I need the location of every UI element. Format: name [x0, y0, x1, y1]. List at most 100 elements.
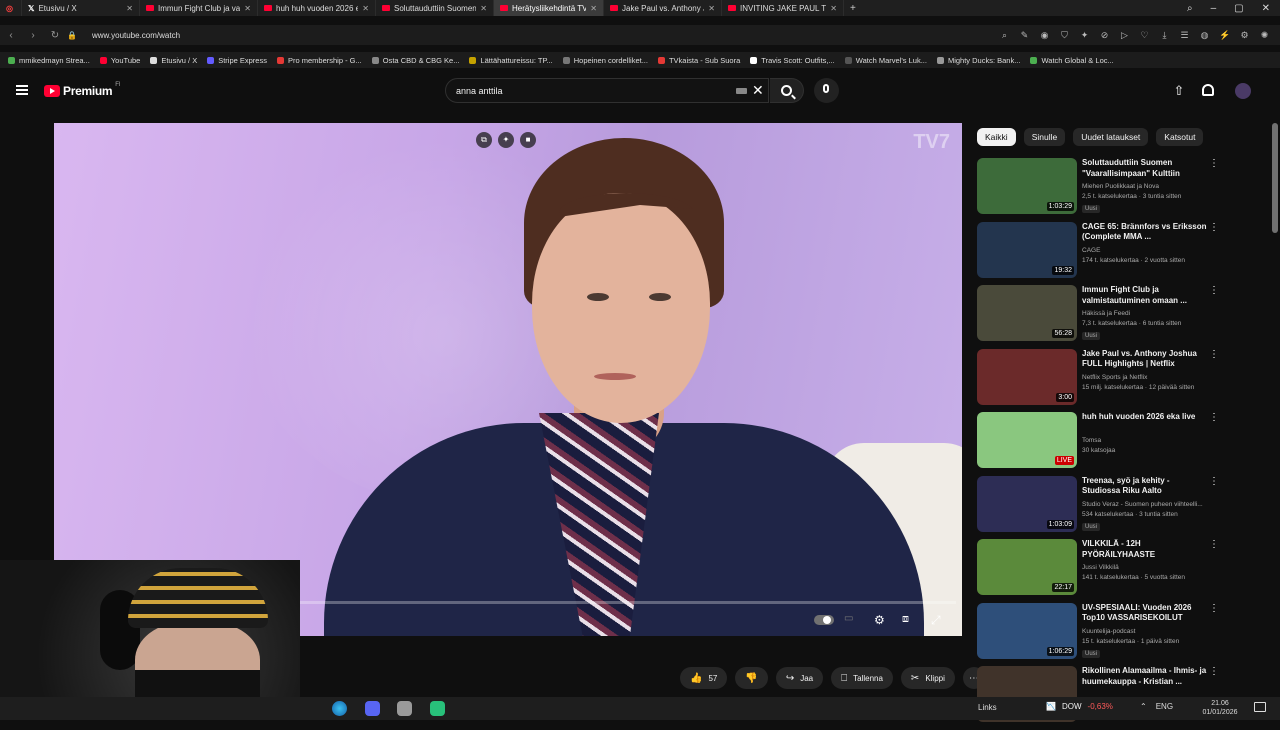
- recommendation-item[interactable]: 1:06:29 UV-SPESIAALI: Vuoden 2026 Top10 V…: [977, 602, 1227, 667]
- search-button[interactable]: [770, 78, 804, 103]
- url-field[interactable]: www.youtube.com/watch: [92, 31, 180, 40]
- bookmark-item[interactable]: Travis Scott: Outfits,...: [750, 56, 835, 65]
- clear-search-icon[interactable]: ✕: [752, 82, 764, 99]
- minimize-icon[interactable]: –: [1211, 3, 1217, 14]
- avatar[interactable]: [1235, 83, 1251, 99]
- notification-center-icon[interactable]: [1254, 702, 1266, 712]
- video-title[interactable]: Immun Fight Club ja valmistautuminen oma…: [1082, 285, 1207, 306]
- channel-name[interactable]: Kuuntelija-podcast: [1082, 628, 1212, 635]
- file-app-icon[interactable]: [397, 701, 412, 716]
- back-icon[interactable]: ‹: [0, 30, 22, 41]
- settings-gear-icon[interactable]: ⚙: [874, 613, 885, 627]
- bookmark-item[interactable]: Watch Marvel's Luk...: [844, 56, 927, 65]
- bookmark-item[interactable]: Hopeinen cordelliket...: [562, 56, 648, 65]
- new-tab-button[interactable]: +: [844, 3, 862, 14]
- autoplay-toggle[interactable]: [814, 615, 834, 625]
- more-options-icon[interactable]: ⋮: [1209, 603, 1219, 614]
- tab-close-icon[interactable]: ✕: [830, 4, 837, 13]
- video-thumbnail[interactable]: 1:03:29: [977, 158, 1077, 214]
- bookmark-item[interactable]: mmikedmayn Strea...: [8, 56, 90, 65]
- more-options-icon[interactable]: ⋮: [1209, 285, 1219, 296]
- subtitles-icon[interactable]: ▭: [844, 613, 853, 624]
- play-icon[interactable]: ▷: [1119, 30, 1130, 41]
- edit-icon[interactable]: ✎: [1019, 30, 1030, 41]
- zoom-icon[interactable]: ⌕: [999, 30, 1010, 41]
- bookmark-item[interactable]: TVkaista - Sub Suora: [657, 56, 740, 65]
- maximize-icon[interactable]: ▢: [1234, 3, 1243, 14]
- channel-name[interactable]: CAGE: [1082, 247, 1212, 254]
- video-thumbnail[interactable]: 56:28: [977, 285, 1077, 341]
- browser-menu-button[interactable]: ◎: [0, 0, 22, 16]
- dislike-button[interactable]: 👎: [735, 667, 768, 689]
- discord-icon[interactable]: [365, 701, 380, 716]
- video-title[interactable]: VILKKILÄ - 12H PYÖRÄILYHAASTE: [1082, 539, 1207, 560]
- video-title[interactable]: Soluttauduttiin Suomen "Vaarallisimpaan"…: [1082, 158, 1207, 179]
- bookmark-item[interactable]: Osta CBD & CBG Ke...: [371, 56, 459, 65]
- clip-button[interactable]: ✂ Klippi: [900, 667, 955, 689]
- tab-close-icon[interactable]: ✕: [708, 4, 715, 13]
- bookmark-item[interactable]: Etusivu / X: [150, 56, 197, 65]
- video-title[interactable]: Treenaa, syö ja kehity - Studiossa Riku …: [1082, 476, 1207, 497]
- more-options-icon[interactable]: ⋮: [1209, 539, 1219, 550]
- miniplayer-icon[interactable]: ⧉: [476, 132, 492, 148]
- ai-icon[interactable]: ✺: [1259, 30, 1270, 41]
- hamburger-menu-icon[interactable]: [16, 85, 28, 95]
- video-thumbnail[interactable]: LIVE: [977, 412, 1077, 468]
- tab-4[interactable]: Herätysliikehdintä TV ✕: [494, 0, 604, 16]
- bookmark-item[interactable]: Mighty Ducks: Bank...: [936, 56, 1020, 65]
- recommendation-item[interactable]: 22:17 VILKKILÄ - 12H PYÖRÄILYHAASTE Jussi …: [977, 539, 1227, 603]
- channel-name[interactable]: Jussi Vilkkilä: [1082, 564, 1212, 571]
- channel-name[interactable]: Tomsa: [1082, 437, 1212, 444]
- fullscreen-icon[interactable]: ⤢: [931, 613, 941, 628]
- tray-chevron-icon[interactable]: ⌃: [1140, 702, 1147, 711]
- bookmark-item[interactable]: Pro membership - G...: [276, 56, 362, 65]
- tab-2[interactable]: huh huh vuoden 2026 ek ✕: [258, 0, 376, 16]
- settings-icon[interactable]: ⚙: [1239, 30, 1250, 41]
- bookmark-item[interactable]: Stripe Express: [207, 56, 267, 65]
- tab-close-icon[interactable]: ✕: [362, 4, 369, 13]
- bookmark-item[interactable]: Lättähattureissu: TP...: [469, 56, 553, 65]
- recommendation-item[interactable]: 1:03:09 Treenaa, syö ja kehity - Studioss…: [977, 475, 1227, 540]
- miniplayer-toggle-icon[interactable]: ⧈: [902, 613, 909, 626]
- bookmark-item[interactable]: YouTube: [99, 56, 140, 65]
- recommendation-item[interactable]: 1:03:29 Soluttauduttiin Suomen "Vaarallis…: [977, 158, 1227, 222]
- video-title[interactable]: Jake Paul vs. Anthony Joshua FULL Highli…: [1082, 349, 1207, 370]
- more-options-icon[interactable]: ⋮: [1209, 349, 1219, 360]
- more-options-icon[interactable]: ⋮: [1209, 666, 1219, 677]
- tab-5[interactable]: Jake Paul vs. Anthony Jo ✕: [604, 0, 722, 16]
- taskbar-links[interactable]: Links: [978, 703, 997, 712]
- keyboard-icon[interactable]: [736, 88, 747, 94]
- search-tabs-icon[interactable]: ⌕: [1187, 3, 1193, 14]
- tab-close-icon[interactable]: ✕: [244, 4, 251, 13]
- chip-1[interactable]: Sinulle: [1023, 128, 1066, 146]
- stock-widget[interactable]: 📉 DOW -0,63%: [1046, 702, 1113, 711]
- video-thumbnail[interactable]: 1:03:09: [977, 475, 1077, 532]
- recommendation-item[interactable]: LIVE huh huh vuoden 2026 eka live Tomsa 30 …: [977, 412, 1227, 476]
- save-button[interactable]: ⎕ Tallenna: [831, 667, 893, 689]
- tab-close-icon[interactable]: ✕: [590, 4, 597, 13]
- video-thumbnail[interactable]: 19:32: [977, 221, 1077, 278]
- chip-2[interactable]: Uudet lataukset: [1073, 128, 1149, 146]
- obs-icon[interactable]: [430, 701, 445, 716]
- edge-browser-icon[interactable]: [332, 701, 347, 716]
- channel-name[interactable]: Studio Veraz - Suomen puheen viihteelli.…: [1082, 501, 1212, 508]
- video-title[interactable]: UV-SPESIAALI: Vuoden 2026 Top10 VASSARIS…: [1082, 603, 1207, 624]
- block-icon[interactable]: ⊘: [1099, 30, 1110, 41]
- recommendation-item[interactable]: 3:00 Jake Paul vs. Anthony Joshua FULL Hi…: [977, 348, 1227, 413]
- taskbar-clock[interactable]: 21.06 01/01/2026: [1200, 699, 1240, 717]
- more-options-icon[interactable]: ⋮: [1209, 158, 1219, 169]
- more-options-icon[interactable]: ⋮: [1209, 476, 1219, 487]
- close-window-icon[interactable]: ✕: [1262, 3, 1270, 14]
- page-scrollbar[interactable]: [1272, 123, 1278, 233]
- search-input[interactable]: [456, 79, 726, 102]
- channel-name[interactable]: Miehen Puolikkaat ja Nova: [1082, 183, 1212, 190]
- tab-close-icon[interactable]: ✕: [480, 4, 487, 13]
- recommendation-item[interactable]: 19:32 CAGE 65: Brännfors vs Eriksson (Com…: [977, 221, 1227, 286]
- reload-icon[interactable]: ↻: [44, 30, 66, 41]
- video-thumbnail[interactable]: 3:00: [977, 348, 1077, 405]
- chip-3[interactable]: Katsotut: [1156, 128, 1204, 146]
- like-button[interactable]: 👍 57: [680, 667, 728, 689]
- shield-icon[interactable]: ⛉: [1059, 30, 1070, 41]
- tab-0[interactable]: 𝕏 Etusivu / X ✕: [22, 0, 140, 16]
- notifications-bell-icon[interactable]: [1202, 84, 1214, 96]
